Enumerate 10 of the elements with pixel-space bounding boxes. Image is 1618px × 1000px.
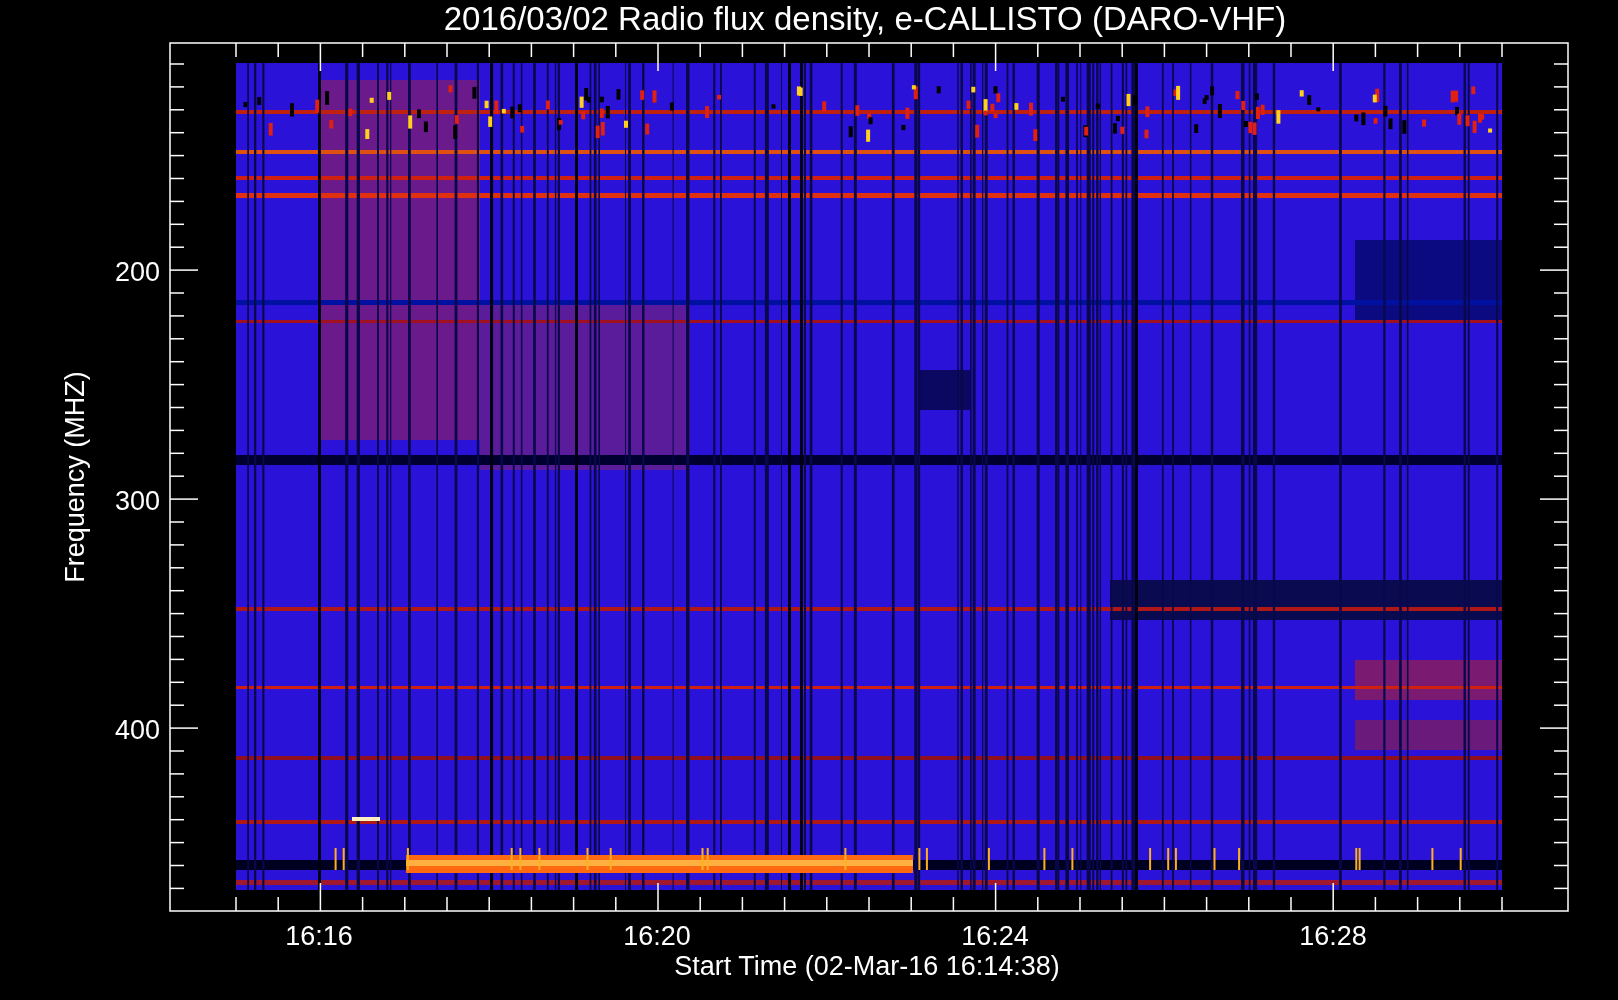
chart-title: 2016/03/02 Radio flux density, e-CALLISTO (DARO-VHF) [443, 0, 1287, 37]
tick-label: 200 [114, 257, 160, 287]
tick-label: 300 [114, 486, 160, 516]
tick-label: 16:28 [1299, 921, 1367, 951]
tick-label: 400 [114, 715, 160, 745]
tick-label: 16:16 [285, 921, 353, 951]
tick-label: 16:24 [961, 921, 1029, 951]
tick-label: 16:20 [623, 921, 691, 951]
axis-title: Start Time (02-Mar-16 16:14:38) [674, 951, 1060, 981]
axis-title: Frequency (MHZ) [60, 371, 90, 583]
